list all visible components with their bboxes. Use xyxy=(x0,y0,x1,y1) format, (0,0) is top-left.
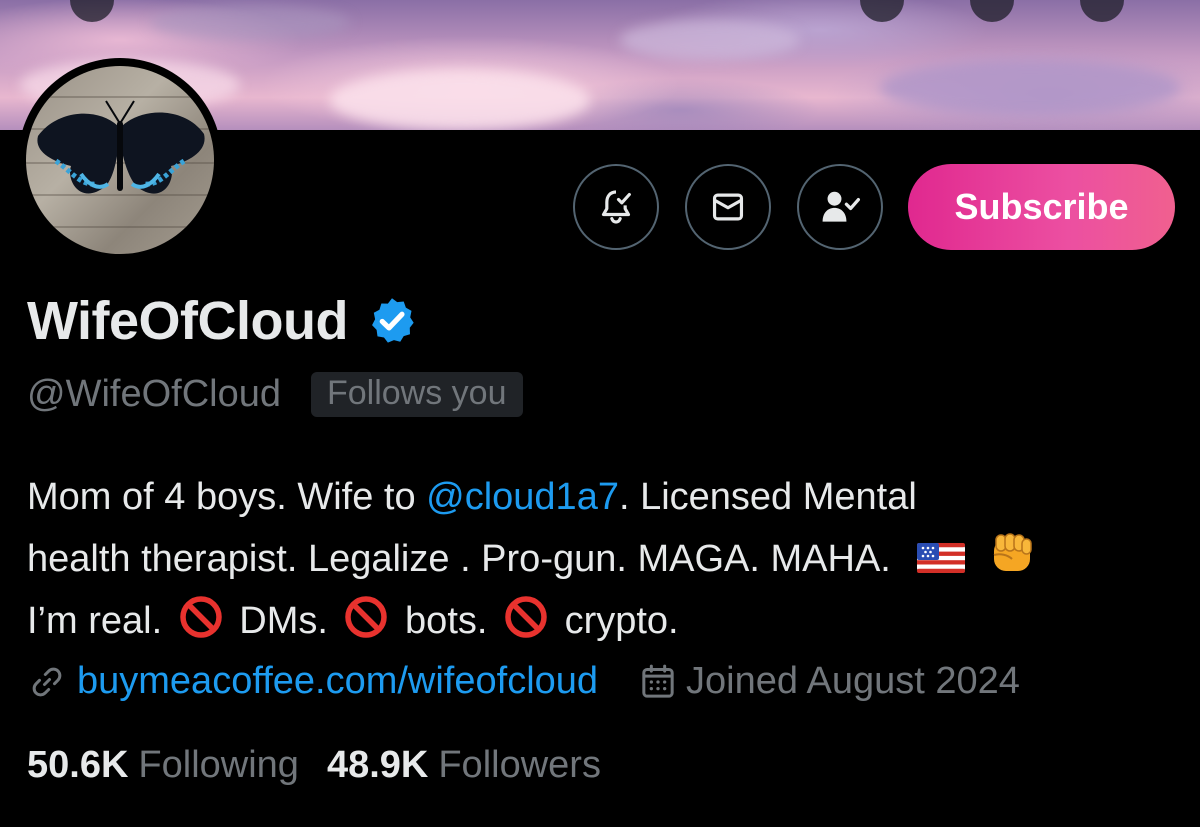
mention-link[interactable]: @cloud1a7 xyxy=(426,476,619,518)
bio-text: DMs. xyxy=(239,600,328,642)
avatar-image xyxy=(26,66,214,254)
avatar[interactable] xyxy=(18,58,222,262)
handle: @WifeOfCloud xyxy=(27,373,281,415)
share-button[interactable] xyxy=(970,0,1014,22)
bio-line-3: I’m real. DMs. bots. crypto. xyxy=(27,590,1177,652)
more-button[interactable] xyxy=(1080,0,1124,22)
prohibited-icon xyxy=(345,596,388,638)
display-name: WifeOfCloud xyxy=(27,291,348,351)
bio-text: bots. xyxy=(405,600,488,642)
subscribe-button[interactable]: Subscribe xyxy=(908,164,1175,250)
fist-icon xyxy=(993,533,1032,571)
follows-you-badge: Follows you xyxy=(310,372,523,417)
message-button[interactable] xyxy=(685,164,771,250)
verified-badge-icon[interactable] xyxy=(366,295,418,347)
website-link[interactable]: buymeacoffee.com/wifeofcloud xyxy=(77,660,598,703)
back-button[interactable] xyxy=(70,0,114,22)
handle-row: @WifeOfCloud Follows you xyxy=(27,372,523,417)
following-label: Following xyxy=(138,744,299,786)
search-button[interactable] xyxy=(860,0,904,22)
prohibited-icon xyxy=(179,596,222,638)
butterfly-icon xyxy=(37,100,205,194)
bio-line-1: Mom of 4 boys. Wife to @cloud1a7. Licens… xyxy=(27,466,1177,528)
joined-date: Joined August 2024 xyxy=(686,660,1020,702)
notifications-button[interactable] xyxy=(573,164,659,250)
prohibited-icon xyxy=(505,596,547,638)
bio-text: Mom of 4 boys. Wife to xyxy=(27,476,427,518)
person-check-icon xyxy=(822,191,860,222)
link-icon xyxy=(32,667,62,696)
following-stat[interactable]: 50.6K Following xyxy=(27,744,299,787)
bio: Mom of 4 boys. Wife to @cloud1a7. Licens… xyxy=(27,466,1177,652)
us-flag-icon xyxy=(917,543,966,573)
following-button[interactable] xyxy=(797,164,883,250)
followers-count: 48.9K xyxy=(326,744,429,786)
following-count: 50.6K xyxy=(27,744,129,786)
followers-stat[interactable]: 48.9K Followers xyxy=(327,744,601,787)
bio-text: I’m real. xyxy=(27,600,163,642)
display-name-row: WifeOfCloud xyxy=(27,290,418,352)
bio-text: crypto. xyxy=(564,600,679,642)
follow-stats: 50.6K Following 48.9K Followers xyxy=(27,744,601,787)
calendar-icon xyxy=(642,664,674,698)
profile-meta: buymeacoffee.com/wifeofcloud Joined Augu… xyxy=(27,660,1020,703)
bio-text: . Licensed Mental xyxy=(618,476,917,518)
bell-check-icon xyxy=(601,190,631,224)
followers-label: Followers xyxy=(438,744,601,786)
bio-line-2: health therapist. Legalize . Pro-gun. MA… xyxy=(27,528,1177,590)
envelope-icon xyxy=(712,193,744,221)
bio-text: health therapist. Legalize . Pro-gun. MA… xyxy=(27,538,891,580)
